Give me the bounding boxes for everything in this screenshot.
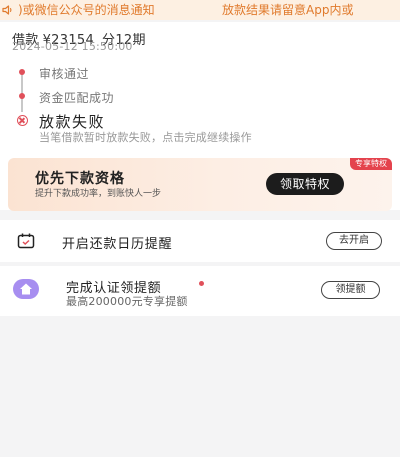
calendar-icon — [17, 233, 35, 249]
notice-text-right: 放款结果请留意App内或 — [222, 3, 354, 17]
timeline-dot — [19, 93, 25, 99]
certification-row[interactable]: 完成认证领提额 最高200000元专享提额 领提额 — [0, 266, 400, 316]
promo-subtitle: 提升下款成功率，到账快人一步 — [35, 189, 162, 199]
calendar-reminder-row[interactable]: 开启还款日历提醒 去开启 — [0, 220, 400, 262]
timeline-dot — [19, 69, 25, 75]
speaker-icon — [2, 5, 12, 15]
home-icon — [13, 279, 39, 299]
calendar-reminder-label: 开启还款日历提醒 — [62, 237, 173, 252]
loan-date: 2024-05-12 15:50:00 — [12, 40, 133, 53]
status-description: 当笔借款暂时放款失败，点击完成继续操作 — [39, 131, 252, 144]
notice-text-left: )或微信公众号的消息通知 — [18, 3, 155, 17]
enable-reminder-button[interactable]: 去开启 — [326, 232, 382, 250]
timeline-step-review: 审核通过 — [39, 67, 90, 81]
timeline-step-match: 资金匹配成功 — [39, 91, 115, 105]
notice-bar: )或微信公众号的消息通知 放款结果请留意App内或 — [0, 0, 400, 20]
new-badge-dot — [199, 281, 204, 286]
certification-subtitle: 最高200000元专享提额 — [66, 295, 188, 308]
promo-tag: 专享特权 — [350, 158, 392, 170]
fail-x-icon — [17, 115, 28, 126]
claim-privilege-button[interactable]: 领取特权 — [266, 173, 344, 195]
priority-promo-banner[interactable]: 专享特权 优先下款资格 提升下款成功率，到账快人一步 领取特权 — [8, 158, 392, 211]
timeline-line — [21, 72, 23, 112]
promo-title: 优先下款资格 — [35, 171, 125, 187]
claim-limit-button[interactable]: 领提额 — [321, 281, 380, 299]
